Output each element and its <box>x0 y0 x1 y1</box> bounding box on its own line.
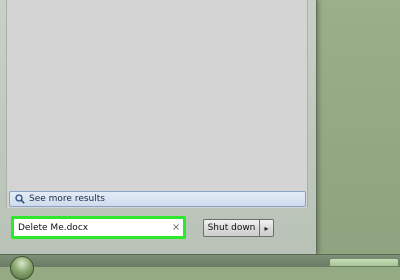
taskbar-button[interactable] <box>330 259 398 266</box>
start-search-box[interactable]: × <box>11 216 186 239</box>
shutdown-options-button[interactable]: ▸ <box>260 219 274 237</box>
see-more-results-link[interactable]: See more results <box>9 191 306 207</box>
windows-start-icon[interactable] <box>10 256 34 280</box>
clear-icon[interactable]: × <box>169 221 183 235</box>
search-results-pane <box>6 0 308 208</box>
search-input[interactable] <box>14 220 168 235</box>
shut-down-button[interactable]: Shut down <box>203 219 260 237</box>
magnifier-icon <box>13 192 27 206</box>
shutdown-controls: Shut down ▸ <box>203 219 274 237</box>
start-menu: See more results × Shut down ▸ <box>0 0 317 254</box>
chevron-right-icon: ▸ <box>264 223 269 233</box>
see-more-results-label: See more results <box>29 194 105 204</box>
